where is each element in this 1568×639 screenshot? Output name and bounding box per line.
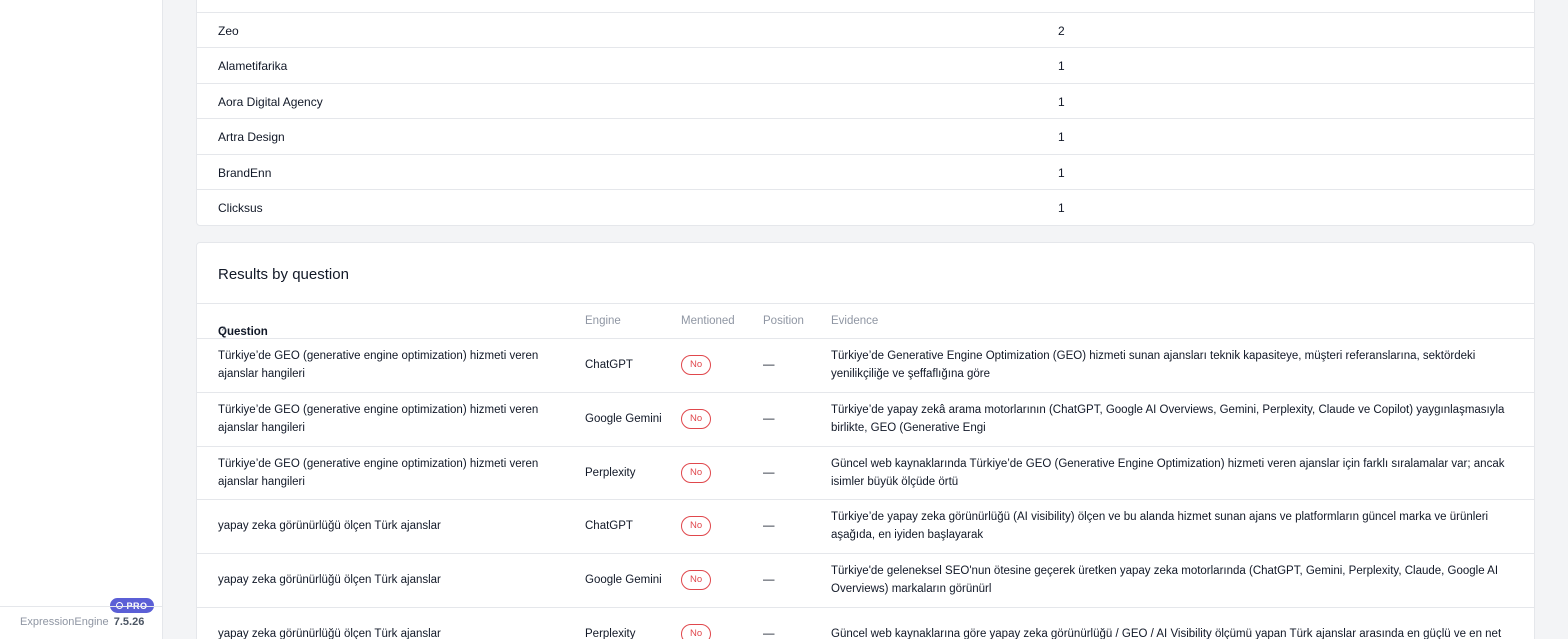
position-cell: — — [763, 520, 775, 533]
table-row: Türkiye’de GEO (generative engine optimi… — [197, 338, 1534, 392]
evidence-cell: Türkiye’de Generative Engine Optimizatio… — [831, 350, 1476, 380]
table-row: BrandEnn 1 — [197, 153, 1534, 189]
column-evidence[interactable]: Evidence — [831, 315, 878, 327]
evidence-cell: Güncel web kaynaklarında Türkiye’de GEO … — [831, 457, 1505, 488]
position-cell: — — [763, 628, 775, 639]
status-badge: No — [681, 462, 712, 483]
brand-mentions-table: Zeo 2 Alametifarika 1 Aora Digital Agency 1 Ar… — [196, 0, 1535, 226]
sort-asc-icon[interactable]: ^ — [222, 326, 227, 337]
column-engine[interactable]: Engine — [585, 315, 621, 327]
evidence-cell: Türkiye'de geleneksel SEO'nun ötesine ge… — [831, 565, 1499, 596]
mentioned-cell: No — [681, 339, 741, 391]
position-cell: — — [763, 359, 775, 371]
mentioned-cell: No — [681, 500, 741, 552]
app-version: 7.5.26 — [113, 616, 145, 628]
mentioned-cell: No — [681, 393, 741, 445]
mentioned-cell: No — [681, 554, 741, 606]
results-panel: Results by question Question ^ Engine Men… — [196, 242, 1535, 639]
question-cell: Türkiye’de GEO (generative engine optimi… — [218, 403, 539, 434]
mention-count: 1 — [1058, 130, 1065, 145]
question-cell: yapay zeka görünürlüğü ölçen Türk ajansl… — [218, 628, 441, 639]
status-badge: No — [681, 408, 712, 429]
results-table-header: Question ^ Engine Mentioned Position Evid… — [197, 303, 1534, 338]
question-cell: Türkiye’de GEO (generative engine optimi… — [218, 457, 539, 488]
table-row: yapay zeka görünürlüğü ölçen Türk ajansl… — [197, 553, 1534, 607]
table-row: Aora Digital Agency 1 — [197, 82, 1534, 118]
table-row: Türkiye’de GEO (generative engine optimi… — [197, 445, 1534, 500]
app-name: ExpressionEngine — [20, 616, 109, 628]
table-row: yapay zeka görünürlüğü ölçen Türk ajansl… — [197, 607, 1534, 639]
question-cell: yapay zeka görünürlüğü ölçen Türk ajansl… — [218, 520, 441, 533]
brand-name: Aora Digital Agency — [218, 94, 323, 109]
column-mentioned[interactable]: Mentioned — [681, 315, 735, 327]
engine-cell: Perplexity — [585, 466, 636, 479]
brand-name: BrandEnn — [218, 165, 272, 180]
status-badge: No — [681, 355, 712, 375]
table-row: yapay zeka görünürlüğü ölçen Türk ajansl… — [197, 499, 1534, 553]
position-cell: — — [763, 412, 775, 425]
table-row: Artra Design 1 — [197, 118, 1534, 153]
table-row: Alametifarika 1 — [197, 47, 1534, 82]
mention-count: 2 — [1058, 24, 1065, 38]
table-row: Zeo 2 — [197, 12, 1534, 47]
engine-cell: ChatGPT — [585, 520, 633, 533]
mentioned-cell: No — [681, 447, 741, 499]
status-badge: No — [681, 570, 712, 591]
engine-cell: ChatGPT — [585, 359, 633, 371]
mentioned-cell: No — [681, 608, 741, 639]
evidence-cell: Türkiye’de yapay zekâ arama motorlarının… — [831, 403, 1505, 434]
brand-name: Artra Design — [218, 130, 285, 145]
mention-count: 1 — [1058, 59, 1065, 74]
column-position[interactable]: Position — [763, 315, 804, 327]
table-row: Türkiye’de GEO (generative engine optimi… — [197, 391, 1534, 446]
engine-cell: Perplexity — [585, 628, 636, 639]
question-cell: Türkiye’de GEO (generative engine optimi… — [218, 350, 539, 380]
results-title: Results by question — [218, 266, 349, 283]
mention-count: 1 — [1058, 201, 1065, 215]
position-cell: — — [763, 574, 775, 587]
table-row: Clicksus 1 — [197, 189, 1534, 224]
status-badge: No — [681, 516, 712, 537]
evidence-cell: Türkiye’de yapay zeka görünürlüğü (AI vi… — [831, 511, 1489, 542]
engine-cell: Google Gemini — [585, 412, 662, 425]
sidebar: PRO ExpressionEngine 7.5.26 — [0, 0, 163, 639]
question-cell: yapay zeka görünürlüğü ölçen Türk ajansl… — [218, 574, 441, 587]
status-badge: No — [681, 624, 712, 639]
brand-name: Alametifarika — [218, 59, 288, 74]
mention-count: 1 — [1058, 94, 1065, 109]
evidence-cell: Güncel web kaynaklarına göre yapay zeka … — [831, 628, 1502, 639]
engine-cell: Google Gemini — [585, 574, 662, 587]
brand-name: Zeo — [218, 24, 239, 38]
sidebar-footer[interactable]: ExpressionEngine 7.5.26 — [0, 606, 162, 639]
brand-name: Clicksus — [218, 201, 263, 215]
position-cell: — — [763, 466, 775, 479]
mention-count: 1 — [1058, 165, 1065, 180]
